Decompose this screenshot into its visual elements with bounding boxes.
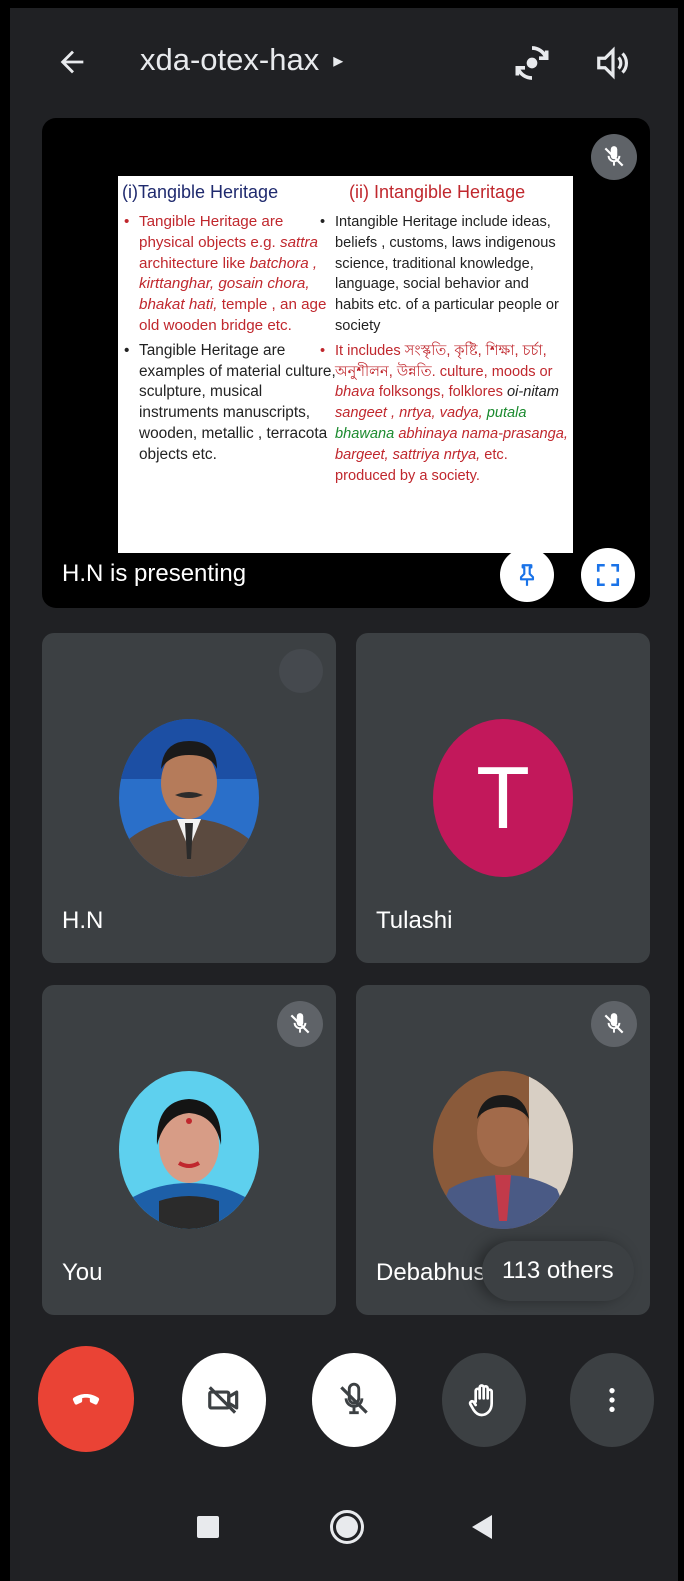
- presentation-tile[interactable]: (i)Tangible Heritage (ii) Intangible Her…: [42, 118, 650, 608]
- presenting-status: H.N is presenting: [62, 560, 247, 587]
- more-options-button[interactable]: [570, 1353, 654, 1447]
- mic-toggle-button[interactable]: [312, 1353, 396, 1447]
- hang-up-icon: [72, 1394, 100, 1405]
- slide-right-column: • Intangible Heritage include ideas, beli…: [318, 212, 570, 490]
- avatar: [119, 719, 259, 877]
- meeting-title[interactable]: xda-otex-hax ▸: [140, 42, 343, 78]
- raise-hand-icon: [468, 1384, 493, 1417]
- more-vertical-icon: [609, 1388, 615, 1412]
- mic-off-icon: [340, 1382, 368, 1415]
- fullscreen-button[interactable]: [581, 548, 635, 602]
- participant-tile-you[interactable]: You: [42, 985, 336, 1315]
- slide-text-segment: sangeet ,: [335, 405, 396, 422]
- end-call-button[interactable]: [38, 1346, 134, 1452]
- participant-tile-debabhusan[interactable]: Debabhusan 113 others: [356, 985, 650, 1315]
- back-arrow-icon: [60, 50, 84, 74]
- mic-off-icon: [604, 1013, 624, 1034]
- slide-bullet: • It includes সংস্কৃতি, কৃষ্টি, শিক্ষা, চ…: [318, 341, 570, 487]
- others-count-chip[interactable]: 113 others: [482, 1241, 634, 1301]
- home-icon[interactable]: [330, 1510, 364, 1544]
- fullscreen-icon: [596, 563, 620, 587]
- slide-bullet: • Tangible Heritage are examples of mater…: [122, 341, 340, 466]
- back-triangle-icon[interactable]: [472, 1515, 492, 1539]
- slide-bullet: • Intangible Heritage include ideas, beli…: [318, 212, 570, 337]
- participant-name: H.N: [62, 907, 104, 934]
- participant-tile-hn[interactable]: H.N: [42, 633, 336, 963]
- participant-tile-tulashi[interactable]: T Tulashi: [356, 633, 650, 963]
- mic-off-icon: [604, 146, 624, 167]
- slide-text-segment: folksongs, folklores: [374, 384, 507, 401]
- slide-text-segment: bhava: [335, 384, 375, 401]
- participant-photo: [119, 719, 259, 877]
- avatar: [119, 1071, 259, 1229]
- slide-text-segment: It includes সংস্কৃতি, কৃষ্টি, শিক্ষা, চর…: [335, 342, 553, 380]
- slide-left-column: • Tangible Heritage are physical objects …: [122, 212, 340, 470]
- slide-heading-tangible: (i)Tangible Heritage: [122, 182, 279, 202]
- recents-icon[interactable]: [197, 1516, 219, 1538]
- slide-heading-intangible: (ii) Intangible Heritage: [349, 182, 526, 202]
- muted-badge: [277, 1001, 323, 1047]
- meet-screen: xda-otex-hax ▸ (i)Tangible Heritage (ii): [10, 8, 678, 1581]
- speaker-icon: [597, 46, 628, 80]
- participant-name: You: [62, 1259, 103, 1286]
- bullet-dot-icon: •: [124, 341, 130, 359]
- pin-button[interactable]: [500, 548, 554, 602]
- switch-camera-button[interactable]: [507, 38, 557, 88]
- slide-bullet: • Tangible Heritage are physical objects …: [122, 212, 340, 337]
- slide-text-segment: architecture like: [139, 254, 250, 272]
- tile-options-button[interactable]: [279, 649, 323, 693]
- avatar-initial: T: [433, 719, 573, 877]
- muted-badge: [591, 1001, 637, 1047]
- bullet-dot-icon: •: [124, 213, 130, 230]
- meeting-code: xda-otex-hax: [140, 42, 320, 77]
- avatar: [433, 1071, 573, 1229]
- slide-text-segment: nrtya, vadya,: [399, 405, 483, 422]
- presenter-muted-badge: [591, 134, 637, 180]
- audio-output-button[interactable]: [588, 38, 638, 88]
- bullet-dot-icon: •: [320, 342, 326, 359]
- participant-photo: [119, 1071, 259, 1229]
- participant-name: Tulashi: [376, 907, 453, 934]
- participant-photo: [433, 1071, 573, 1229]
- slide-text-segment: oi-nitam: [506, 384, 559, 401]
- camera-toggle-button[interactable]: [182, 1353, 266, 1447]
- slide-text-segment: Tangible Heritage are physical objects e…: [139, 213, 284, 251]
- slide-text-segment: sattra: [279, 233, 318, 251]
- slide-text-segment: Tangible Heritage are examples of materi…: [139, 341, 336, 463]
- mic-off-icon: [290, 1013, 310, 1034]
- pin-icon: [519, 564, 535, 586]
- bullet-dot-icon: •: [320, 214, 326, 230]
- raise-hand-button[interactable]: [442, 1353, 526, 1447]
- system-nav-bar: [10, 1478, 678, 1581]
- slide-text-segment: Intangible Heritage include ideas, belie…: [335, 214, 559, 334]
- top-bar: xda-otex-hax ▸: [10, 8, 678, 114]
- caret-right-icon: ▸: [333, 49, 344, 72]
- shared-slide: (i)Tangible Heritage (ii) Intangible Her…: [118, 176, 573, 553]
- camera-off-icon: [208, 1386, 239, 1414]
- back-button[interactable]: [50, 40, 94, 84]
- switch-camera-icon: [515, 46, 549, 80]
